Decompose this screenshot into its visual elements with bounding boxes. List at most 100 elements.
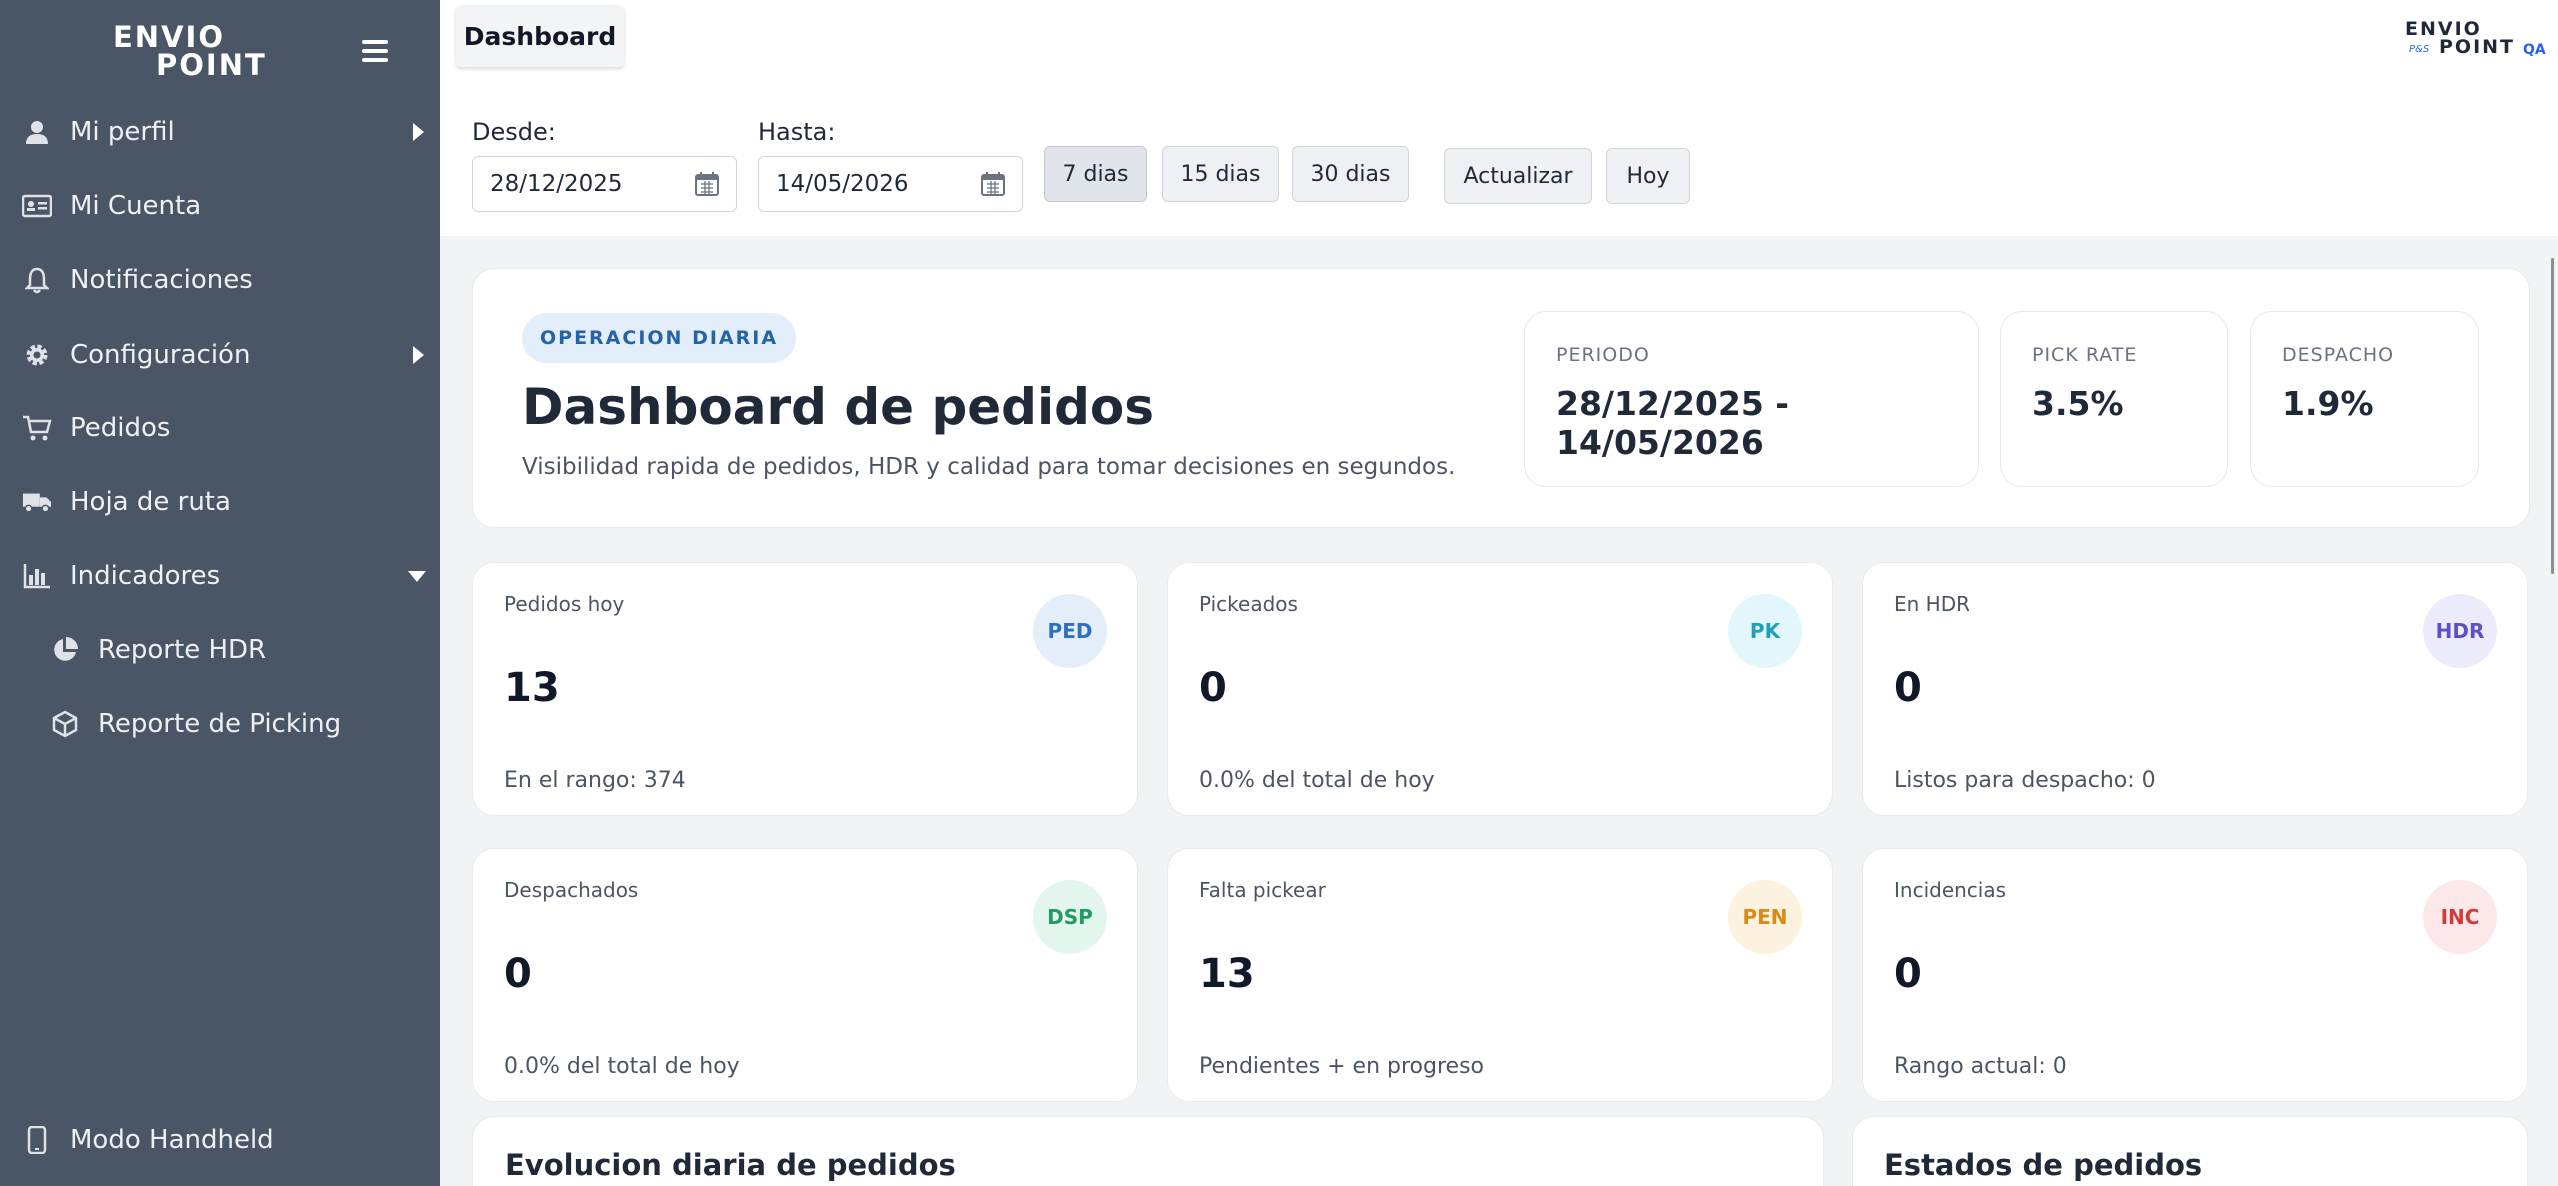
- stat-chip: PK: [1728, 594, 1802, 668]
- caret-down-icon: [408, 570, 426, 582]
- sidebar-item-indicadores[interactable]: Indicadores: [0, 546, 440, 606]
- stat-title: Pickeados: [1199, 592, 1298, 616]
- stat-title: Pedidos hoy: [504, 592, 625, 616]
- pie-chart-icon: [50, 635, 80, 665]
- caret-right-icon: [413, 123, 424, 141]
- sidebar-item-label: Reporte de Picking: [98, 709, 342, 739]
- sidebar-item-hoja-de-ruta[interactable]: Hoja de ruta: [0, 472, 440, 532]
- truck-icon: [22, 487, 52, 517]
- stat-card-en-hdr: En HDR HDR 0 Listos para despacho: 0: [1862, 562, 2528, 816]
- stat-title: Falta pickear: [1199, 878, 1326, 902]
- stat-chip: DSP: [1033, 880, 1107, 954]
- id-card-icon: [22, 191, 52, 221]
- stat-card-incidencias: Incidencias INC 0 Rango actual: 0: [1862, 848, 2528, 1102]
- brand-env: QA: [2523, 42, 2546, 58]
- cart-icon: [22, 413, 52, 443]
- stat-sub: 0.0% del total de hoy: [504, 1054, 740, 1079]
- from-label: Desde:: [472, 118, 556, 146]
- sidebar-logo[interactable]: ENVIO POINT: [110, 18, 265, 82]
- stat-chip: HDR: [2423, 594, 2497, 668]
- sidebar-item-label: Reporte HDR: [98, 635, 267, 665]
- today-button[interactable]: Hoy: [1606, 148, 1690, 204]
- sidebar-item-reporte-picking[interactable]: Reporte de Picking: [0, 694, 440, 754]
- stat-sub: Listos para despacho: 0: [1894, 768, 2156, 793]
- brand-logo: ENVIO P&S POINT QA: [2405, 18, 2546, 62]
- sidebar-item-mi-cuenta[interactable]: Mi Cuenta: [0, 176, 440, 236]
- range-30-days-button[interactable]: 30 dias: [1292, 146, 1409, 202]
- sidebar-item-notificaciones[interactable]: Notificaciones: [0, 250, 440, 310]
- stat-title: En HDR: [1894, 592, 1971, 616]
- metric-label: DESPACHO: [2282, 344, 2395, 366]
- box-icon: [50, 709, 80, 739]
- stat-card-pedidos-hoy: Pedidos hoy PED 13 En el rango: 374: [472, 562, 1138, 816]
- page-title: Dashboard de pedidos: [522, 378, 1154, 436]
- states-title: Estados de pedidos: [1884, 1148, 2203, 1182]
- stat-value: 0: [504, 951, 532, 997]
- range-7-days-button[interactable]: 7 dias: [1044, 146, 1147, 202]
- hero-subtitle: Visibilidad rapida de pedidos, HDR y cal…: [522, 454, 1456, 480]
- stat-title: Despachados: [504, 878, 639, 902]
- tab-dashboard[interactable]: Dashboard: [456, 5, 624, 67]
- sidebar-item-modo-handheld[interactable]: Modo Handheld: [0, 1110, 440, 1170]
- sidebar-item-label: Pedidos: [70, 413, 171, 443]
- to-date-input[interactable]: 14/05/2026: [758, 156, 1023, 212]
- hamburger-icon[interactable]: [362, 40, 390, 62]
- sidebar-item-configuracion[interactable]: Configuración: [0, 325, 440, 385]
- metric-despacho: DESPACHO 1.9%: [2250, 311, 2479, 487]
- stat-sub: En el rango: 374: [504, 768, 686, 793]
- stat-card-despachados: Despachados DSP 0 0.0% del total de hoy: [472, 848, 1138, 1102]
- sidebar-item-label: Indicadores: [70, 561, 221, 591]
- gear-icon: [22, 340, 52, 370]
- sidebar-item-label: Configuración: [70, 340, 251, 370]
- metric-periodo: PERIODO 28/12/2025 - 14/05/2026: [1524, 311, 1979, 487]
- stat-value: 13: [1199, 951, 1255, 997]
- stat-value: 0: [1199, 665, 1227, 711]
- sidebar-footer-label: Modo Handheld: [70, 1125, 274, 1155]
- sidebar-item-label: Mi Cuenta: [70, 191, 202, 221]
- bar-chart-icon: [22, 561, 52, 591]
- calendar-icon[interactable]: [694, 171, 720, 197]
- sidebar: ENVIO POINT Mi perfil Mi Cuenta Notifica…: [0, 0, 440, 1186]
- logo-line2: POINT: [156, 48, 267, 82]
- brand-line2: POINT: [2439, 36, 2516, 58]
- sidebar-item-pedidos[interactable]: Pedidos: [0, 398, 440, 458]
- stat-sub: Pendientes + en progreso: [1199, 1054, 1485, 1079]
- caret-right-icon: [413, 346, 424, 364]
- stat-value: 13: [504, 665, 560, 711]
- stat-card-pickeados: Pickeados PK 0 0.0% del total de hoy: [1167, 562, 1833, 816]
- user-icon: [22, 117, 52, 147]
- phone-icon: [22, 1125, 52, 1155]
- from-date-value: 28/12/2025: [490, 171, 623, 197]
- stat-value: 0: [1894, 951, 1922, 997]
- to-date-value: 14/05/2026: [776, 171, 909, 197]
- sidebar-item-label: Notificaciones: [70, 265, 253, 295]
- metric-value: 1.9%: [2282, 384, 2374, 423]
- refresh-button[interactable]: Actualizar: [1444, 148, 1592, 204]
- bell-icon: [22, 265, 52, 295]
- from-date-input[interactable]: 28/12/2025: [472, 156, 737, 212]
- stat-chip: PEN: [1728, 880, 1802, 954]
- evolution-title: Evolucion diaria de pedidos: [505, 1148, 956, 1182]
- stat-sub: 0.0% del total de hoy: [1199, 768, 1435, 793]
- stat-chip: INC: [2423, 880, 2497, 954]
- metric-pick-rate: PICK RATE 3.5%: [2000, 311, 2228, 487]
- calendar-icon[interactable]: [980, 171, 1006, 197]
- sidebar-item-reporte-hdr[interactable]: Reporte HDR: [0, 620, 440, 680]
- to-label: Hasta:: [758, 118, 836, 146]
- stat-title: Incidencias: [1894, 878, 2007, 902]
- scrollbar[interactable]: [2551, 258, 2554, 574]
- metric-value: 28/12/2025 - 14/05/2026: [1556, 384, 1789, 462]
- stat-sub: Rango actual: 0: [1894, 1054, 2067, 1079]
- metric-label: PICK RATE: [2032, 344, 2138, 366]
- stat-chip: PED: [1033, 594, 1107, 668]
- brand-small: P&S: [2409, 44, 2430, 55]
- sidebar-item-label: Hoja de ruta: [70, 487, 231, 517]
- sidebar-item-label: Mi perfil: [70, 117, 175, 147]
- metric-value: 3.5%: [2032, 384, 2124, 423]
- range-15-days-button[interactable]: 15 dias: [1162, 146, 1279, 202]
- hero-badge: OPERACION DIARIA: [522, 313, 797, 363]
- metric-label: PERIODO: [1556, 344, 1650, 366]
- stat-value: 0: [1894, 665, 1922, 711]
- stat-card-falta-pickear: Falta pickear PEN 13 Pendientes + en pro…: [1167, 848, 1833, 1102]
- sidebar-item-mi-perfil[interactable]: Mi perfil: [0, 102, 440, 162]
